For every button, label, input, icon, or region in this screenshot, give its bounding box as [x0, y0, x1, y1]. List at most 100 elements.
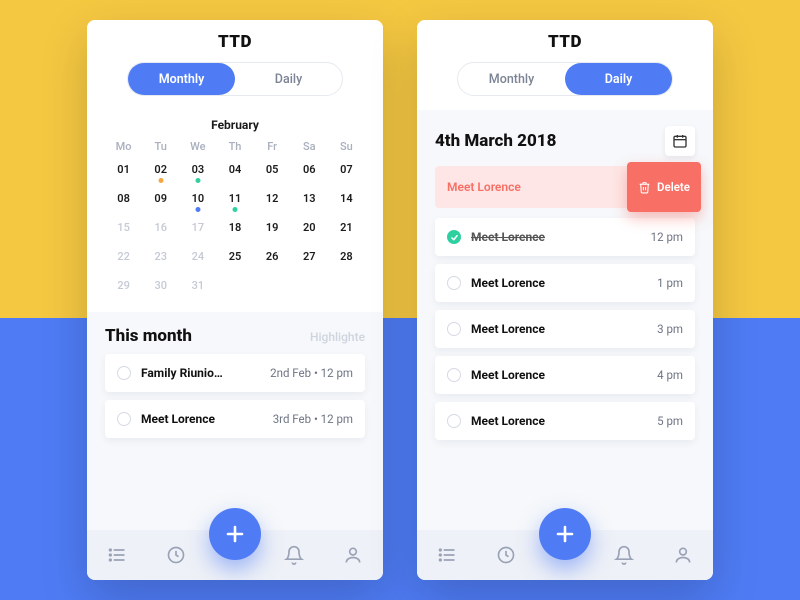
calendar-day[interactable]: 21	[328, 221, 365, 240]
calendar-day[interactable]: 30	[142, 279, 179, 298]
calendar-day[interactable]: 18	[216, 221, 253, 240]
calendar-day[interactable]: 12	[254, 192, 291, 211]
calendar-day[interactable]: 06	[291, 163, 328, 182]
nav-profile-icon[interactable]	[333, 535, 373, 575]
calendar-day[interactable]: 24	[179, 250, 216, 269]
calendar-dow: We	[179, 140, 216, 153]
status-circle-icon	[447, 276, 461, 290]
calendar-day[interactable]: 09	[142, 192, 179, 211]
event-title: Meet Lorence	[471, 414, 545, 428]
event-list: Family Riunio…2nd Feb • 12 pm Meet Lorenc…	[87, 354, 383, 438]
event-title: Family Riunio…	[141, 366, 223, 380]
calendar-day[interactable]: 15	[105, 221, 142, 240]
event-title: Meet Lorence	[141, 412, 215, 426]
daily-event-card[interactable]: Meet Lorence 4 pm	[435, 356, 695, 394]
fab-add-button[interactable]	[209, 508, 261, 560]
nav-list-icon[interactable]	[427, 535, 467, 575]
calendar-day[interactable]: 14	[328, 192, 365, 211]
calendar-day[interactable]: 10	[179, 192, 216, 211]
calendar-day[interactable]: 23	[142, 250, 179, 269]
tab-monthly[interactable]: Monthly	[458, 63, 565, 95]
calendar-day[interactable]: 07	[328, 163, 365, 182]
calendar-dow: Sa	[291, 140, 328, 153]
calendar-day[interactable]: 20	[291, 221, 328, 240]
event-time: 1 pm	[657, 276, 683, 290]
event-title: Meet Lorence	[471, 368, 545, 382]
delete-button[interactable]: Delete	[627, 162, 701, 212]
daily-event-card[interactable]: Meet Lorence 3 pm	[435, 310, 695, 348]
calendar-day[interactable]: 26	[254, 250, 291, 269]
daily-event-card[interactable]: Meet Lorence 5 pm	[435, 402, 695, 440]
event-time: 5 pm	[657, 414, 683, 428]
calendar-day[interactable]: 04	[216, 163, 253, 182]
event-time: 12 pm	[651, 230, 683, 244]
event-time: 4 pm	[657, 368, 683, 382]
calendar-day[interactable]: 01	[105, 163, 142, 182]
calendar-day[interactable]: 25	[216, 250, 253, 269]
app-logo: TTD	[435, 32, 695, 52]
event-dot-icon	[158, 178, 163, 183]
section-subtitle: Highlighte	[310, 330, 365, 344]
plus-icon	[223, 522, 247, 546]
nav-profile-icon[interactable]	[663, 535, 703, 575]
calendar-dow: Tu	[142, 140, 179, 153]
swipe-delete-row[interactable]: Meet Lorence Delete	[435, 166, 695, 208]
calendar-day[interactable]: 13	[291, 192, 328, 211]
nav-list-icon[interactable]	[97, 535, 137, 575]
header: TTD Monthly Daily	[417, 20, 713, 110]
view-toggle: Monthly Daily	[127, 62, 343, 96]
screen-monthly: TTD Monthly Daily February MoTuWeThFrSaS…	[87, 20, 383, 580]
daily-event-list: Meet Lorence12 pmMeet Lorence1 pmMeet Lo…	[417, 218, 713, 440]
calendar-day[interactable]: 16	[142, 221, 179, 240]
tab-daily[interactable]: Daily	[565, 63, 672, 95]
status-circle-icon	[447, 368, 461, 382]
nav-bell-icon[interactable]	[604, 535, 644, 575]
calendar-day[interactable]: 22	[105, 250, 142, 269]
calendar-day[interactable]: 19	[254, 221, 291, 240]
date-title: 4th March 2018	[435, 131, 556, 151]
daily-event-card[interactable]: Meet Lorence 1 pm	[435, 264, 695, 302]
calendar-icon	[672, 133, 688, 149]
calendar-day[interactable]: 17	[179, 221, 216, 240]
calendar-day[interactable]: 27	[291, 250, 328, 269]
event-card[interactable]: Family Riunio…2nd Feb • 12 pm	[105, 354, 365, 392]
event-time: 3 pm	[657, 322, 683, 336]
daily-header: 4th March 2018	[417, 110, 713, 166]
open-calendar-button[interactable]	[665, 126, 695, 156]
nav-clock-icon[interactable]	[486, 535, 526, 575]
fab-add-button[interactable]	[539, 508, 591, 560]
delete-label: Delete	[657, 180, 690, 194]
event-dot-icon	[195, 178, 200, 183]
nav-clock-icon[interactable]	[156, 535, 196, 575]
tab-daily[interactable]: Daily	[235, 63, 342, 95]
daily-event-card[interactable]: Meet Lorence 12 pm	[435, 218, 695, 256]
calendar-day[interactable]: 28	[328, 250, 365, 269]
calendar-day[interactable]: 31	[179, 279, 216, 298]
calendar-day[interactable]: 29	[105, 279, 142, 298]
calendar-month-label: February	[105, 118, 365, 132]
calendar-grid: MoTuWeThFrSaSu01020304050607080910111213…	[105, 140, 365, 298]
nav-bell-icon[interactable]	[274, 535, 314, 575]
screen-daily: TTD Monthly Daily 4th March 2018 Meet Lo…	[417, 20, 713, 580]
status-done-icon	[447, 230, 461, 244]
calendar-dow: Mo	[105, 140, 142, 153]
app-logo: TTD	[105, 32, 365, 52]
event-title: Meet Lorence	[471, 322, 545, 336]
calendar-day[interactable]: 05	[254, 163, 291, 182]
plus-icon	[553, 522, 577, 546]
status-circle-icon	[447, 322, 461, 336]
event-card[interactable]: Meet Lorence3rd Feb • 12 pm	[105, 400, 365, 438]
event-dot-icon	[195, 207, 200, 212]
calendar-day[interactable]: 11	[216, 192, 253, 211]
calendar-day[interactable]: 08	[105, 192, 142, 211]
trash-icon	[638, 181, 651, 194]
tab-monthly[interactable]: Monthly	[128, 63, 235, 95]
event-title: Meet Lorence	[471, 230, 545, 244]
status-circle-icon	[447, 414, 461, 428]
calendar-dow: Su	[328, 140, 365, 153]
calendar-day[interactable]: 03	[179, 163, 216, 182]
calendar-day[interactable]: 02	[142, 163, 179, 182]
calendar-dow: Fr	[254, 140, 291, 153]
status-circle-icon	[117, 366, 131, 380]
event-title: Meet Lorence	[471, 276, 545, 290]
